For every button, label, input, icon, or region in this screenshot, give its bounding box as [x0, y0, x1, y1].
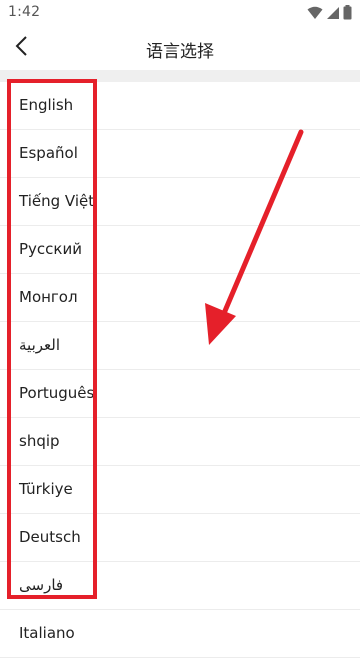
language-option-english[interactable]: English [0, 82, 360, 130]
language-label: Türkiye [19, 480, 73, 498]
language-option-farsi[interactable]: فارسی [0, 562, 360, 610]
language-option-portugues[interactable]: Português [0, 370, 360, 418]
header: 语言选择 [0, 26, 360, 70]
language-label: Русский [19, 240, 82, 258]
page-title: 语言选择 [146, 42, 214, 62]
language-label: Español [19, 144, 78, 162]
language-label: English [19, 96, 74, 114]
language-label: Tiếng Việt [19, 192, 95, 210]
battery-icon [343, 5, 352, 24]
status-time: 1:42 [8, 4, 41, 20]
language-label: Deutsch [19, 528, 81, 546]
language-option-italiano[interactable]: Italiano [0, 610, 360, 658]
language-label: Монгол [19, 288, 78, 306]
status-icons [307, 5, 352, 24]
language-label: العربية [19, 336, 60, 354]
language-option-russian[interactable]: Русский [0, 226, 360, 274]
language-option-shqip[interactable]: shqip [0, 418, 360, 466]
language-option-mongolian[interactable]: Монгол [0, 274, 360, 322]
language-option-tieng-viet[interactable]: Tiếng Việt [0, 178, 360, 226]
language-label: Português [19, 384, 95, 402]
language-option-espanol[interactable]: Español [0, 130, 360, 178]
language-option-turkiye[interactable]: Türkiye [0, 466, 360, 514]
status-bar: 1:42 [0, 0, 360, 26]
language-list: English Español Tiếng Việt Русский Монго… [0, 82, 360, 658]
language-label: فارسی [19, 576, 64, 594]
language-label: shqip [19, 432, 60, 450]
signal-icon [326, 5, 340, 24]
wifi-icon [307, 5, 323, 24]
language-option-arabic[interactable]: العربية [0, 322, 360, 370]
language-option-deutsch[interactable]: Deutsch [0, 514, 360, 562]
section-divider [0, 70, 360, 82]
language-label: Italiano [19, 624, 75, 642]
